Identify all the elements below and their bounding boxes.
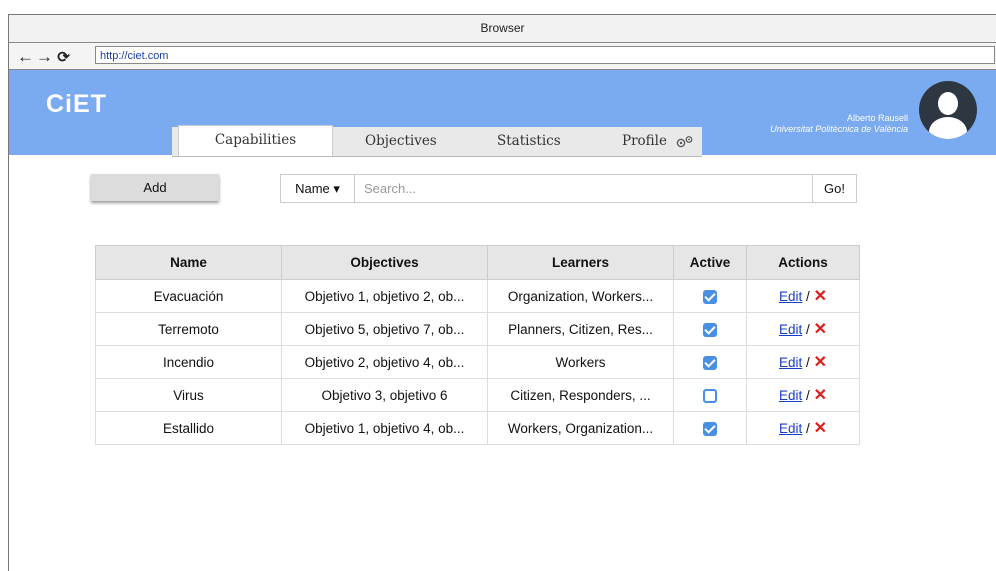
active-checkbox[interactable] (703, 421, 717, 436)
table-header-row: Name Objectives Learners Active Actions (95, 245, 860, 280)
cell-name: Estallido (95, 411, 282, 445)
search-group: Name ▾ Go! (280, 174, 857, 203)
cell-learners: Organization, Workers... (487, 279, 674, 313)
action-separator: / (806, 421, 810, 436)
browser-title-bar: Browser (9, 15, 996, 43)
cell-actions: Edit / ✕ (746, 345, 860, 379)
cell-active (673, 279, 747, 313)
cell-actions: Edit / ✕ (746, 279, 860, 313)
go-button[interactable]: Go! (812, 175, 856, 202)
cell-objectives: Objetivo 1, objetivo 4, ob... (281, 411, 488, 445)
cell-learners: Workers, Organization... (487, 411, 674, 445)
user-info: Alberto Rausell Universitat Politècnica … (770, 113, 908, 135)
cell-objectives: Objetivo 2, objetivo 4, ob... (281, 345, 488, 379)
cell-learners: Citizen, Responders, ... (487, 378, 674, 412)
avatar[interactable] (919, 81, 977, 139)
active-checkbox[interactable] (703, 388, 717, 403)
action-separator: / (806, 388, 810, 403)
delete-icon[interactable]: ✕ (814, 387, 827, 404)
action-separator: / (806, 322, 810, 337)
forward-arrow-icon[interactable]: → (36, 47, 55, 67)
column-header-name[interactable]: Name (95, 245, 282, 280)
user-institution: Universitat Politècnica de València (770, 124, 908, 134)
action-separator: / (806, 289, 810, 304)
tab-profile-label: Profile (622, 133, 667, 149)
table-row[interactable]: Estallido Objetivo 1, objetivo 4, ob... Wo… (95, 411, 860, 445)
cell-name: Incendio (95, 345, 282, 379)
cell-name: Virus (95, 378, 282, 412)
delete-icon[interactable]: ✕ (814, 321, 827, 338)
delete-icon[interactable]: ✕ (814, 354, 827, 371)
cell-active (673, 345, 747, 379)
url-field[interactable]: http://ciet.com (95, 46, 995, 64)
cell-name: Evacuación (95, 279, 282, 313)
cell-active (673, 312, 747, 346)
search-input[interactable] (355, 175, 802, 202)
avatar-head-icon (938, 92, 958, 115)
main-tabs: Capabilities Objectives Statistics Profi… (172, 125, 702, 157)
cell-objectives: Objetivo 3, objetivo 6 (281, 378, 488, 412)
address-bar: ←→ ⟳ http://ciet.com (9, 43, 996, 70)
active-checkbox[interactable] (703, 289, 717, 304)
add-button[interactable]: Add (91, 174, 219, 201)
table-row[interactable]: Incendio Objetivo 2, objetivo 4, ob... Wor… (95, 345, 860, 379)
delete-icon[interactable]: ✕ (814, 288, 827, 305)
tab-profile[interactable]: Profile (622, 127, 695, 156)
cell-actions: Edit / ✕ (746, 378, 860, 412)
cell-active (673, 411, 747, 445)
cell-actions: Edit / ✕ (746, 312, 860, 346)
edit-link[interactable]: Edit (779, 322, 802, 337)
capabilities-table: Name Objectives Learners Active Actions … (95, 245, 860, 445)
column-header-objectives[interactable]: Objectives (281, 245, 488, 280)
browser-title: Browser (480, 21, 525, 35)
filter-dropdown[interactable]: Name ▾ (281, 175, 355, 202)
back-arrow-icon[interactable]: ← (17, 47, 36, 67)
action-separator: / (806, 355, 810, 370)
table-body: Evacuación Objetivo 1, objetivo 2, ob... O… (95, 279, 860, 445)
edit-link[interactable]: Edit (779, 355, 802, 370)
tab-objectives[interactable]: Objectives (365, 127, 437, 156)
edit-link[interactable]: Edit (779, 421, 802, 436)
cell-learners: Planners, Citizen, Res... (487, 312, 674, 346)
tab-statistics[interactable]: Statistics (497, 127, 561, 156)
column-header-active[interactable]: Active (673, 245, 747, 280)
edit-link[interactable]: Edit (779, 388, 802, 403)
table-row[interactable]: Virus Objetivo 3, objetivo 6 Citizen, Resp… (95, 378, 860, 412)
cell-objectives: Objetivo 1, objetivo 2, ob... (281, 279, 488, 313)
edit-link[interactable]: Edit (779, 289, 802, 304)
delete-icon[interactable]: ✕ (814, 420, 827, 437)
active-checkbox[interactable] (703, 355, 717, 370)
gears-icon (677, 135, 693, 147)
cell-objectives: Objetivo 5, objetivo 7, ob... (281, 312, 488, 346)
active-checkbox[interactable] (703, 322, 717, 337)
cell-actions: Edit / ✕ (746, 411, 860, 445)
cell-active (673, 378, 747, 412)
cell-name: Terremoto (95, 312, 282, 346)
table-row[interactable]: Terremoto Objetivo 5, objetivo 7, ob... Pl… (95, 312, 860, 346)
user-name: Alberto Rausell (846, 113, 908, 123)
table-row[interactable]: Evacuación Objetivo 1, objetivo 2, ob... O… (95, 279, 860, 313)
ciet-logo[interactable]: CiET (46, 90, 107, 119)
app-header: CiET Capabilities Objectives Statistics … (9, 70, 996, 157)
column-header-actions: Actions (746, 245, 860, 280)
column-header-learners[interactable]: Learners (487, 245, 674, 280)
reload-icon[interactable]: ⟳ (55, 48, 74, 66)
cell-learners: Workers (487, 345, 674, 379)
tab-capabilities[interactable]: Capabilities (178, 125, 333, 156)
nav-buttons: ←→ ⟳ (17, 47, 74, 67)
avatar-body-icon (929, 117, 967, 139)
